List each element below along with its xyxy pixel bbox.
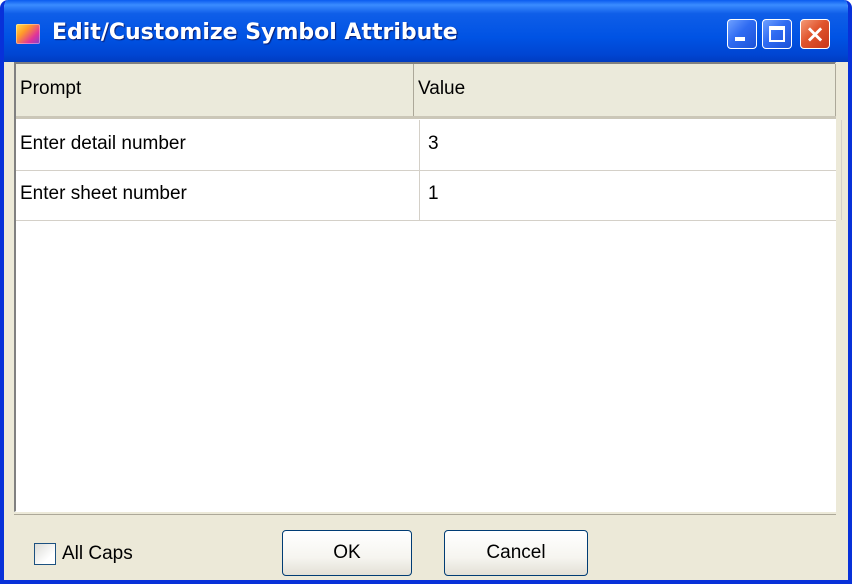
maximize-button[interactable] (762, 19, 792, 49)
column-header-prompt[interactable]: Prompt (16, 64, 414, 116)
all-caps-label[interactable]: All Caps (62, 541, 133, 567)
value-cell[interactable]: 1 (420, 170, 842, 220)
all-caps-checkbox[interactable] (34, 543, 56, 565)
cancel-button[interactable]: Cancel (444, 530, 588, 576)
value-cell[interactable]: 3 (420, 120, 842, 170)
minimize-icon (735, 37, 745, 41)
table-row[interactable]: Enter detail number 3 (16, 120, 842, 171)
maximize-icon (769, 26, 785, 42)
column-header-value[interactable]: Value (414, 64, 836, 116)
ok-button[interactable]: OK (282, 530, 412, 576)
app-icon (16, 24, 40, 44)
attribute-grid[interactable]: Prompt Value Enter detail number 3 Enter… (14, 62, 842, 512)
footer-divider (14, 514, 836, 515)
close-button[interactable]: × (800, 19, 830, 49)
title-bar[interactable]: Edit/Customize Symbol Attribute × (4, 0, 848, 62)
prompt-cell: Enter detail number (16, 120, 420, 170)
prompt-cell: Enter sheet number (16, 170, 420, 220)
close-icon: × (804, 20, 826, 48)
grid-header: Prompt Value (16, 64, 836, 119)
minimize-button[interactable] (727, 19, 757, 49)
table-row[interactable]: Enter sheet number 1 (16, 170, 842, 221)
dialog-window: Edit/Customize Symbol Attribute × Prompt… (0, 0, 852, 584)
window-title: Edit/Customize Symbol Attribute (52, 20, 458, 45)
